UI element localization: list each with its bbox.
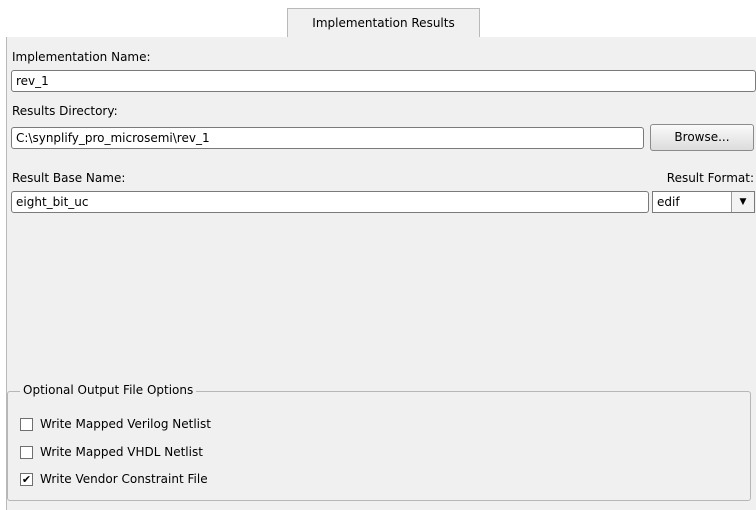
results-directory-field[interactable]: C:\synplify_pro_microsemi\rev_1 [11, 127, 644, 149]
write-vendor-constraint-file-label: Write Vendor Constraint File [40, 472, 208, 486]
write-mapped-verilog-netlist-option[interactable]: Write Mapped Verilog Netlist [20, 416, 211, 432]
write-vendor-constraint-file-option[interactable]: ✔ Write Vendor Constraint File [20, 471, 208, 487]
optional-output-legend: Optional Output File Options [20, 383, 197, 397]
tab-strip: Implementation Results [0, 0, 756, 38]
result-base-name-label: Result Base Name: [12, 171, 126, 185]
write-vendor-constraint-file-checkbox[interactable]: ✔ [20, 472, 33, 486]
result-format-value: edif [657, 195, 680, 209]
result-format-select[interactable]: edif ▼ [652, 191, 755, 213]
write-mapped-verilog-netlist-label: Write Mapped Verilog Netlist [40, 417, 211, 431]
implementation-name-field[interactable]: rev_1 [11, 70, 756, 92]
implementation-name-label: Implementation Name: [12, 50, 151, 64]
results-directory-label: Results Directory: [12, 104, 118, 118]
result-base-name-field[interactable]: eight_bit_uc [11, 191, 649, 213]
write-mapped-verilog-netlist-checkbox[interactable] [20, 417, 33, 431]
optional-output-groupbox: Optional Output File Options Write Mappe… [7, 383, 751, 501]
write-mapped-vhdl-netlist-label: Write Mapped VHDL Netlist [40, 445, 203, 459]
write-mapped-vhdl-netlist-option[interactable]: Write Mapped VHDL Netlist [20, 444, 203, 460]
tab-implementation-results[interactable]: Implementation Results [287, 8, 480, 38]
checkmark-icon: ✔ [21, 472, 32, 486]
browse-button[interactable]: Browse... [650, 124, 754, 151]
write-mapped-vhdl-netlist-checkbox[interactable] [20, 445, 33, 459]
chevron-down-icon[interactable]: ▼ [731, 192, 754, 212]
result-format-label: Result Format: [666, 171, 754, 185]
